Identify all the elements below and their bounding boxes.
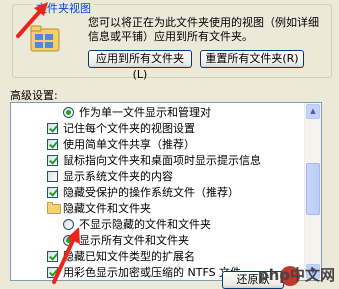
radio-button[interactable]: [63, 219, 74, 230]
radio-button[interactable]: [63, 235, 74, 246]
setting-row[interactable]: 鼠标指向文件夹和桌面项时显示提示信息: [11, 153, 301, 169]
setting-label: 记住每个文件夹的视图设置: [63, 122, 195, 135]
vertical-scrollbar[interactable]: ▲ ▼: [304, 103, 321, 280]
setting-label: 显示所有文件和文件夹: [79, 234, 189, 247]
setting-label: 隐藏已知文件类型的扩展名: [63, 250, 195, 263]
setting-label: 不显示隐藏的文件和文件夹: [79, 218, 211, 231]
setting-label: 显示系统文件夹的内容: [63, 170, 173, 183]
setting-row[interactable]: 隐藏已知文件类型的扩展名: [11, 249, 301, 265]
reset-all-folders-button[interactable]: 重置所有文件夹(R): [200, 50, 304, 68]
setting-row[interactable]: 隐藏受保护的操作系统文件（推荐）: [11, 185, 301, 201]
folder-views-description: 您可以将正在为此文件夹使用的视图（例如详细信息或平铺）应用到所有文件夹。: [88, 16, 319, 43]
checkbox[interactable]: [47, 139, 58, 150]
setting-row[interactable]: 隐藏文件和文件夹: [11, 201, 301, 217]
setting-row[interactable]: 作为单一文件显示和管理对: [11, 105, 301, 121]
setting-label: 作为单一文件显示和管理对: [79, 106, 211, 119]
apply-to-all-folders-button[interactable]: 应用到所有文件夹(L): [88, 50, 192, 81]
checkbox[interactable]: [47, 187, 58, 198]
setting-row[interactable]: 不显示隐藏的文件和文件夹: [11, 217, 301, 233]
setting-row[interactable]: 使用简单文件共享（推荐）: [11, 137, 301, 153]
setting-label: 隐藏受保护的操作系统文件（推荐）: [63, 186, 239, 199]
folder-icon: [47, 202, 61, 214]
watermark-text: php中文网: [257, 266, 335, 284]
setting-row[interactable]: 显示系统文件夹的内容: [11, 169, 301, 185]
checkbox[interactable]: [47, 123, 58, 134]
setting-label: 用彩色显示加密或压缩的 NTFS 文件: [63, 266, 242, 279]
checkbox[interactable]: [47, 171, 58, 182]
setting-row[interactable]: 记住每个文件夹的视图设置: [11, 121, 301, 137]
setting-row[interactable]: 显示所有文件和文件夹: [11, 233, 301, 249]
scroll-up-arrow-icon[interactable]: ▲: [306, 104, 320, 119]
radio-button[interactable]: [63, 107, 74, 118]
folder-views-title: 文件夹视图: [33, 3, 94, 15]
checkbox[interactable]: [47, 267, 58, 278]
checkbox[interactable]: [47, 251, 58, 262]
setting-label: 鼠标指向文件夹和桌面项时显示提示信息: [63, 154, 261, 167]
advanced-settings-label: 高级设置:: [10, 89, 58, 102]
setting-label: 隐藏文件和文件夹: [63, 202, 151, 215]
setting-label: 使用简单文件共享（推荐）: [63, 138, 195, 151]
scrollbar-thumb[interactable]: [306, 163, 320, 215]
folder-views-icon: [30, 25, 60, 52]
checkbox[interactable]: [47, 155, 58, 166]
advanced-settings-list[interactable]: 作为单一文件显示和管理对记住每个文件夹的视图设置 使用简单文件共享（推荐） 鼠标指向…: [10, 102, 322, 281]
